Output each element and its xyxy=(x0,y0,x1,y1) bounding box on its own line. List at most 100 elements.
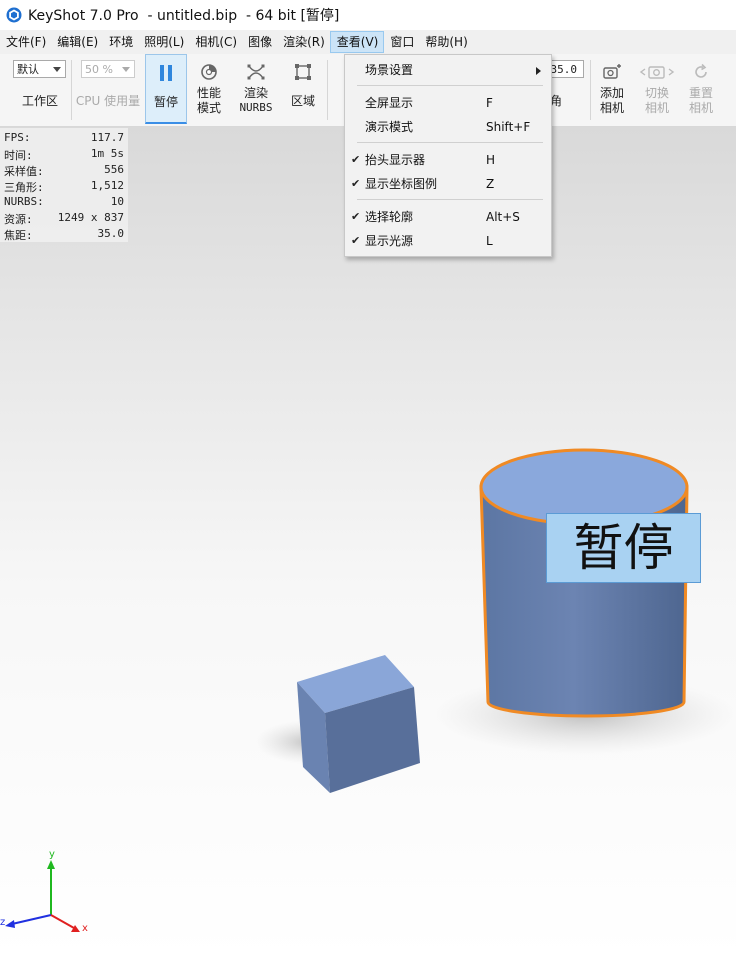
check-icon: ✔ xyxy=(351,153,361,166)
menu-file[interactable]: 文件(F) xyxy=(0,31,51,53)
stat-key: 采样值: xyxy=(4,165,44,178)
switch-camera-label-line2: 相机 xyxy=(644,101,669,115)
reset-camera-button[interactable]: 重置 相机 xyxy=(682,54,720,124)
menu-item-selection-outline[interactable]: ✔ 选择轮廓 Alt+S xyxy=(345,205,551,229)
add-camera-label-line1: 添加 xyxy=(599,86,624,100)
stat-time: 时间: 1m 5s xyxy=(4,147,124,162)
menu-item-shortcut: F xyxy=(486,96,493,110)
stat-value: 1,512 xyxy=(90,179,124,192)
performance-label-line1: 性能 xyxy=(196,86,221,100)
menu-item-heads-up-display[interactable]: ✔ 抬头显示器 H xyxy=(345,148,551,172)
menu-item-presentation-mode[interactable]: 演示模式 Shift+F xyxy=(345,115,551,139)
stat-triangles: 三角形: 1,512 xyxy=(4,179,124,194)
switch-camera-icon xyxy=(639,66,675,79)
stat-key: 焦距: xyxy=(4,229,33,242)
menu-item-label: 选择轮廓 xyxy=(365,210,414,224)
menu-item-shortcut: Shift+F xyxy=(486,120,531,134)
menu-item-label: 场景设置 xyxy=(365,63,414,77)
switch-camera-button[interactable]: 切换 相机 xyxy=(636,54,678,124)
reset-camera-label-line2: 相机 xyxy=(688,101,713,115)
chevron-down-icon xyxy=(53,67,61,72)
cpu-usage-value: 50 % xyxy=(85,63,113,76)
stat-value: 556 xyxy=(104,163,124,176)
performance-label-line2: 模式 xyxy=(196,101,221,115)
stat-resolution: 资源: 1249 x 837 xyxy=(4,211,124,226)
menu-separator xyxy=(357,85,543,86)
menu-item-shortcut: Z xyxy=(486,177,495,191)
check-icon: ✔ xyxy=(351,234,361,247)
cpu-usage-select[interactable]: 50 % xyxy=(81,60,135,78)
stat-key: 资源: xyxy=(4,213,33,226)
render-nurbs-button[interactable]: 渲染 NURBS xyxy=(232,54,280,124)
render-nurbs-label-line1: 渲染 xyxy=(243,86,268,100)
add-camera-label-line2: 相机 xyxy=(599,101,624,115)
cylinder-model[interactable] xyxy=(479,448,689,718)
menu-camera[interactable]: 相机(C) xyxy=(189,31,242,53)
menu-item-shortcut: L xyxy=(486,234,493,248)
stat-value: 35.0 xyxy=(97,227,125,240)
axis-x-label: x xyxy=(82,923,88,934)
workspace-preset-value: 默认 xyxy=(17,63,39,76)
stat-key: 三角形: xyxy=(4,181,44,194)
submenu-arrow-icon xyxy=(536,67,541,75)
menu-item-label: 全屏显示 xyxy=(365,96,414,110)
hud-stats-panel: FPS: 117.7 时间: 1m 5s 采样值: 556 三角形: 1,512… xyxy=(0,128,128,242)
stat-value: 1249 x 837 xyxy=(57,211,124,224)
region-icon xyxy=(295,64,311,80)
menu-render[interactable]: 渲染(R) xyxy=(277,31,330,53)
menu-item-scene-settings[interactable]: 场景设置 xyxy=(345,58,551,82)
toolbar-divider xyxy=(590,60,591,120)
menu-help[interactable]: 帮助(H) xyxy=(419,31,472,53)
menu-view[interactable]: 查看(V) xyxy=(329,31,385,53)
stat-key: FPS: xyxy=(4,131,31,144)
nurbs-icon xyxy=(247,64,265,80)
stat-focal-length: 焦距: 35.0 xyxy=(4,227,124,242)
add-camera-icon xyxy=(603,64,621,79)
menu-item-show-lights[interactable]: ✔ 显示光源 L xyxy=(345,229,551,253)
paused-overlay-badge: 暂停 xyxy=(546,513,701,583)
axis-z-label: z xyxy=(0,917,6,928)
stat-key: NURBS: xyxy=(4,195,44,208)
region-button[interactable]: 区域 xyxy=(282,54,324,124)
menu-window[interactable]: 窗口 xyxy=(384,31,419,53)
title-bar: KeyShot 7.0 Pro - untitled.bip - 64 bit … xyxy=(0,0,736,30)
focal-length-value: 35.0 xyxy=(550,63,578,76)
menu-item-label: 显示光源 xyxy=(365,234,414,248)
add-camera-button[interactable]: 添加 相机 xyxy=(594,54,630,124)
pause-button[interactable]: 暂停 xyxy=(145,54,187,124)
menu-item-shortcut: Alt+S xyxy=(486,210,520,224)
menu-item-label: 显示坐标图例 xyxy=(365,177,438,191)
reset-camera-icon xyxy=(695,63,707,78)
reset-camera-label-line1: 重置 xyxy=(688,86,713,100)
view-menu-dropdown: 场景设置 全屏显示 F 演示模式 Shift+F ✔ 抬头显示器 H ✔ 显示坐… xyxy=(344,54,552,257)
cpu-usage-label: CPU 使用量 xyxy=(75,94,141,108)
performance-mode-button[interactable]: 性能 模式 xyxy=(188,54,230,124)
cube-model[interactable] xyxy=(297,655,420,793)
menu-separator xyxy=(357,142,543,143)
stat-value: 1m 5s xyxy=(90,147,124,160)
toolbar-divider xyxy=(71,60,72,120)
performance-mode-icon xyxy=(201,64,217,80)
workspace-preset-select[interactable]: 默认 xyxy=(13,60,66,78)
stat-key: 时间: xyxy=(4,149,33,162)
menu-bar: 文件(F) 编辑(E) 环境 照明(L) 相机(C) 图像 渲染(R) 查看(V… xyxy=(0,30,736,55)
menu-edit[interactable]: 编辑(E) xyxy=(51,31,103,53)
menu-separator xyxy=(357,199,543,200)
menu-item-label: 抬头显示器 xyxy=(365,153,426,167)
stat-value: 117.7 xyxy=(90,131,124,144)
menu-lighting[interactable]: 照明(L) xyxy=(138,31,189,53)
axis-y-label: y xyxy=(49,849,55,860)
render-nurbs-label-line2: NURBS xyxy=(239,101,273,114)
switch-camera-label-line1: 切换 xyxy=(644,86,669,100)
toolbar-divider xyxy=(327,60,328,120)
pause-label: 暂停 xyxy=(153,95,178,109)
region-label: 区域 xyxy=(290,94,315,108)
pause-icon xyxy=(160,65,172,81)
menu-environment[interactable]: 环境 xyxy=(103,31,138,53)
menu-item-show-axis-legend[interactable]: ✔ 显示坐标图例 Z xyxy=(345,172,551,196)
workspace-label: 工作区 xyxy=(21,94,58,108)
menu-item-fullscreen[interactable]: 全屏显示 F xyxy=(345,91,551,115)
menu-image[interactable]: 图像 xyxy=(242,31,277,53)
stat-value: 10 xyxy=(110,195,124,208)
menu-item-shortcut: H xyxy=(486,153,496,167)
